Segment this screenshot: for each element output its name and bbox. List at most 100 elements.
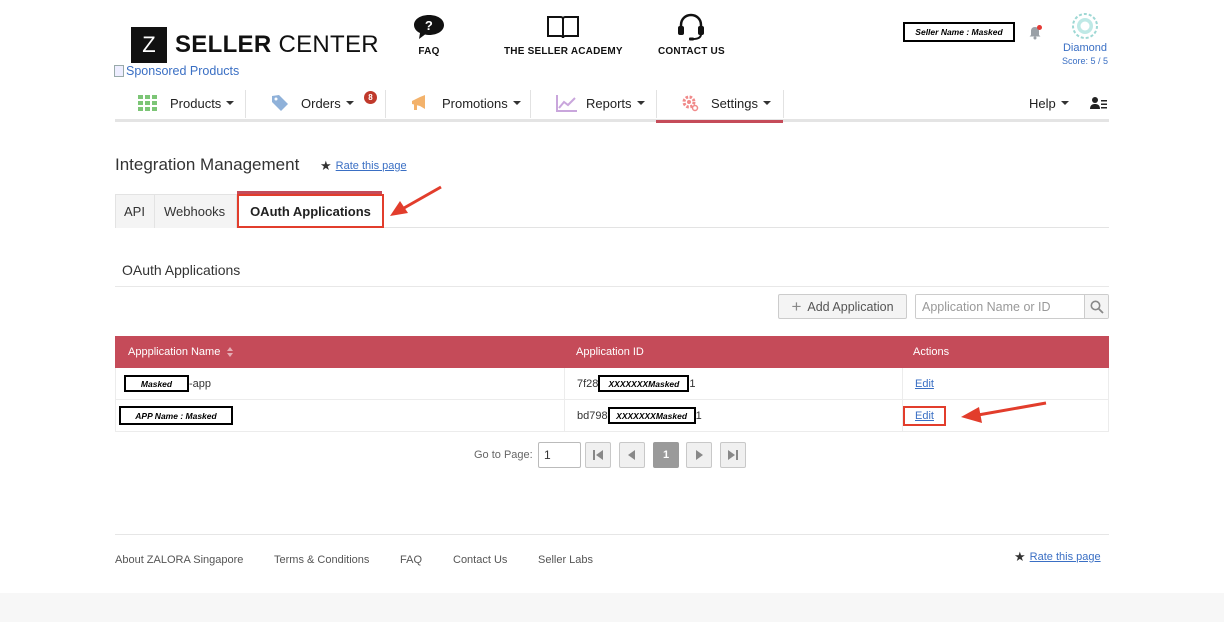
star-icon: ★ <box>320 158 332 173</box>
zalora-logo-mark: Z <box>131 27 167 63</box>
chart-icon <box>556 95 577 112</box>
logo-text-light: CENTER <box>278 31 379 58</box>
seller-name-masked[interactable]: Seller Name : Masked <box>903 22 1015 42</box>
rate-this-page-label: Rate this page <box>335 160 407 172</box>
column-actions: Actions <box>913 346 950 358</box>
tier-score: Score: 5 / 5 <box>1061 56 1109 66</box>
application-name-suffix: -app <box>189 377 212 390</box>
add-application-button[interactable]: + Add Application <box>778 294 907 319</box>
chevron-down-icon <box>1060 101 1069 105</box>
tab-divider <box>154 194 155 228</box>
contact-us-label: CONTACT US <box>658 46 725 57</box>
footer-rate-label: Rate this page <box>1029 551 1101 563</box>
tab-oauth-applications[interactable]: OAuth Applications <box>237 194 384 228</box>
footer-link-terms[interactable]: Terms & Conditions <box>274 554 369 566</box>
next-page-button[interactable] <box>686 442 712 468</box>
masked-id: XXXXXXXMasked <box>598 375 690 392</box>
next-page-icon <box>696 450 703 460</box>
nav-orders-label: Orders <box>301 95 341 111</box>
chevron-down-icon <box>226 101 235 105</box>
column-application-id: Application ID <box>576 346 644 358</box>
seller-center-logo[interactable]: Z SELLER CENTER <box>131 27 379 63</box>
notification-bell-icon[interactable] <box>1027 24 1043 45</box>
nav-divider <box>530 90 531 118</box>
sponsored-products-link[interactable]: Sponsored Products <box>114 64 239 78</box>
masked-name: Masked <box>124 375 189 392</box>
cell-divider <box>564 400 565 431</box>
broken-image-icon <box>114 65 124 77</box>
rate-this-page-link[interactable]: ★ Rate this page <box>320 158 407 174</box>
go-to-page-label: Go to Page: <box>474 449 533 461</box>
plus-icon: + <box>791 297 802 316</box>
edit-link[interactable]: Edit <box>915 378 934 390</box>
nav-products[interactable]: Products <box>138 84 235 122</box>
table-row: Masked -app 7f28 XXXXXXXMasked 1 Edit <box>115 368 1109 400</box>
search-button[interactable] <box>1084 295 1108 318</box>
book-icon <box>546 14 580 40</box>
tab-webhooks[interactable]: Webhooks <box>164 194 225 228</box>
application-id-cell: bd798 XXXXXXXMasked 1 <box>577 400 702 431</box>
seller-academy-link[interactable]: THE SELLER ACADEMY <box>504 14 623 57</box>
nav-settings-label: Settings <box>711 95 758 111</box>
last-page-icon <box>728 450 738 460</box>
main-nav: Products Orders 8 Promotions Reports Set… <box>115 84 1109 123</box>
gear-icon <box>682 95 699 112</box>
page-number-input[interactable]: 1 <box>538 442 581 468</box>
footer-link-faq[interactable]: FAQ <box>400 554 422 566</box>
nav-help[interactable]: Help <box>1029 84 1069 122</box>
footer-link-seller-labs[interactable]: Seller Labs <box>538 554 593 566</box>
footer-divider <box>115 534 1109 535</box>
add-application-label: Add Application <box>807 299 894 314</box>
svg-text:?: ? <box>425 18 433 33</box>
footer-link-contact[interactable]: Contact Us <box>453 554 507 566</box>
section-divider <box>115 286 1109 287</box>
edit-link[interactable]: Edit <box>903 405 946 426</box>
nav-divider <box>783 90 784 118</box>
application-id-suffix: 1 <box>695 409 702 422</box>
chevron-down-icon <box>512 101 521 105</box>
cell-divider <box>564 368 565 399</box>
nav-divider <box>245 90 246 118</box>
faq-link[interactable]: ? FAQ <box>413 14 445 57</box>
grid-icon <box>138 95 157 111</box>
current-page-button[interactable]: 1 <box>653 442 679 468</box>
cell-divider <box>902 368 903 399</box>
chevron-down-icon <box>636 101 645 105</box>
first-page-button[interactable] <box>585 442 611 468</box>
nav-settings[interactable]: Settings <box>681 84 771 122</box>
footer-rate-this-page-link[interactable]: ★ Rate this page <box>1014 549 1101 565</box>
chevron-down-icon <box>345 101 354 105</box>
star-icon: ★ <box>1014 549 1026 564</box>
seller-tier[interactable]: Diamond Score: 5 / 5 <box>1060 12 1110 66</box>
application-name-cell: Masked -app <box>124 368 211 399</box>
masked-id: XXXXXXXMasked <box>607 407 696 424</box>
contact-us-link[interactable]: CONTACT US <box>658 13 725 57</box>
search-icon <box>1090 300 1104 314</box>
nav-reports-label: Reports <box>586 95 632 111</box>
page-title: Integration Management <box>115 155 300 174</box>
annotation-arrow-edit <box>961 401 1047 423</box>
nav-orders[interactable]: Orders <box>271 84 354 122</box>
headset-icon <box>676 13 706 41</box>
page-bottom-band <box>0 593 1224 622</box>
nav-divider <box>656 90 657 118</box>
seller-academy-label: THE SELLER ACADEMY <box>504 46 623 57</box>
annotation-arrow-tab <box>390 185 442 216</box>
nav-active-indicator <box>656 120 783 123</box>
nav-promotions[interactable]: Promotions <box>410 84 521 122</box>
tier-label: Diamond <box>1062 42 1108 54</box>
section-title: OAuth Applications <box>122 262 241 278</box>
application-search-input[interactable] <box>916 295 1084 318</box>
previous-page-button[interactable] <box>619 442 645 468</box>
last-page-button[interactable] <box>720 442 746 468</box>
footer-link-about[interactable]: About ZALORA Singapore <box>115 554 243 566</box>
column-application-name[interactable]: Appplication Name <box>128 336 234 368</box>
application-id-prefix: 7f28 <box>577 377 599 390</box>
orders-count-badge: 8 <box>364 91 377 104</box>
user-menu-icon[interactable] <box>1090 84 1108 122</box>
faq-label: FAQ <box>418 46 440 57</box>
nav-reports[interactable]: Reports <box>556 84 645 122</box>
question-bubble-icon: ? <box>413 14 445 40</box>
masked-name: APP Name : Masked <box>119 406 233 425</box>
tab-api[interactable]: API <box>124 194 145 228</box>
